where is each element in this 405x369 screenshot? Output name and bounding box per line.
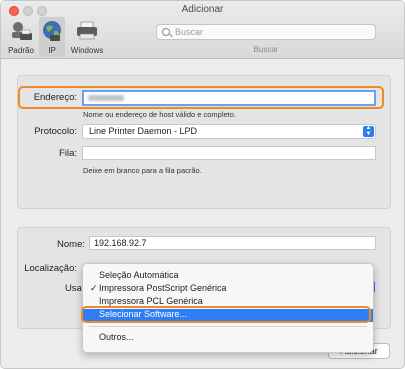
name-label: Nome:: [57, 239, 85, 250]
menu-item-label: Outros...: [99, 332, 134, 342]
location-label: Localização:: [24, 263, 77, 274]
menu-separator: [89, 326, 367, 327]
menu-item-label: Impressora PCL Genérica: [99, 296, 203, 306]
menu-item-label: Impressora PostScript Genérica: [99, 283, 227, 293]
checkmark-icon: ✓: [90, 283, 98, 293]
menu-item-generic-postscript[interactable]: ✓ Impressora PostScript Genérica: [83, 283, 373, 296]
queue-hint: Deixe em branco para a fila pacrão.: [83, 166, 202, 175]
toolbar-label-default: Padrão: [8, 46, 34, 55]
use-label: Usar: [64, 283, 85, 294]
toolbar-item-default[interactable]: Padrão: [5, 17, 37, 57]
search-field[interactable]: Buscar: [156, 24, 376, 40]
toolbar-item-windows[interactable]: Windows: [67, 17, 107, 57]
address-input[interactable]: [82, 90, 376, 106]
ip-globe-icon: [43, 21, 61, 41]
search-placeholder: Buscar: [175, 27, 204, 37]
toolbar-item-ip[interactable]: IP: [39, 17, 65, 57]
add-printer-window: Adicionar Padrão IP Windows Buscar Busca…: [0, 0, 405, 369]
queue-label: Fila:: [59, 148, 77, 159]
address-redacted-value: [88, 95, 124, 101]
name-value: 192.168.92.7: [94, 238, 147, 248]
search-icon: [162, 28, 170, 36]
menu-item-others[interactable]: Outros...: [83, 332, 373, 345]
queue-input[interactable]: [82, 146, 376, 160]
protocol-select[interactable]: Line Printer Daemon - LPD ▲ ▼: [82, 124, 376, 139]
window-title: Adicionar: [181, 4, 224, 15]
menu-item-label: Seleção Automática: [99, 270, 179, 280]
protocol-value: Line Printer Daemon - LPD: [89, 126, 198, 136]
default-printers-icon: [12, 22, 32, 40]
toolbar: Adicionar Padrão IP Windows Buscar Busca…: [1, 1, 404, 59]
menu-item-auto-select[interactable]: Seleção Automática: [83, 270, 373, 283]
address-hint: Nome ou endereço de host válido e comple…: [83, 110, 237, 119]
toolbar-label-windows: Windows: [70, 46, 104, 55]
select-software-highlight: [81, 306, 371, 323]
name-input[interactable]: 192.168.92.7: [89, 236, 376, 250]
protocol-label: Protocolo:: [34, 126, 77, 137]
windows-printer-icon: [77, 21, 97, 40]
search-caption: Buscar: [253, 45, 279, 54]
toolbar-label-ip: IP: [48, 46, 56, 55]
address-label: Endereço:: [33, 92, 77, 103]
chevron-updown-icon: ▲ ▼: [363, 125, 374, 137]
